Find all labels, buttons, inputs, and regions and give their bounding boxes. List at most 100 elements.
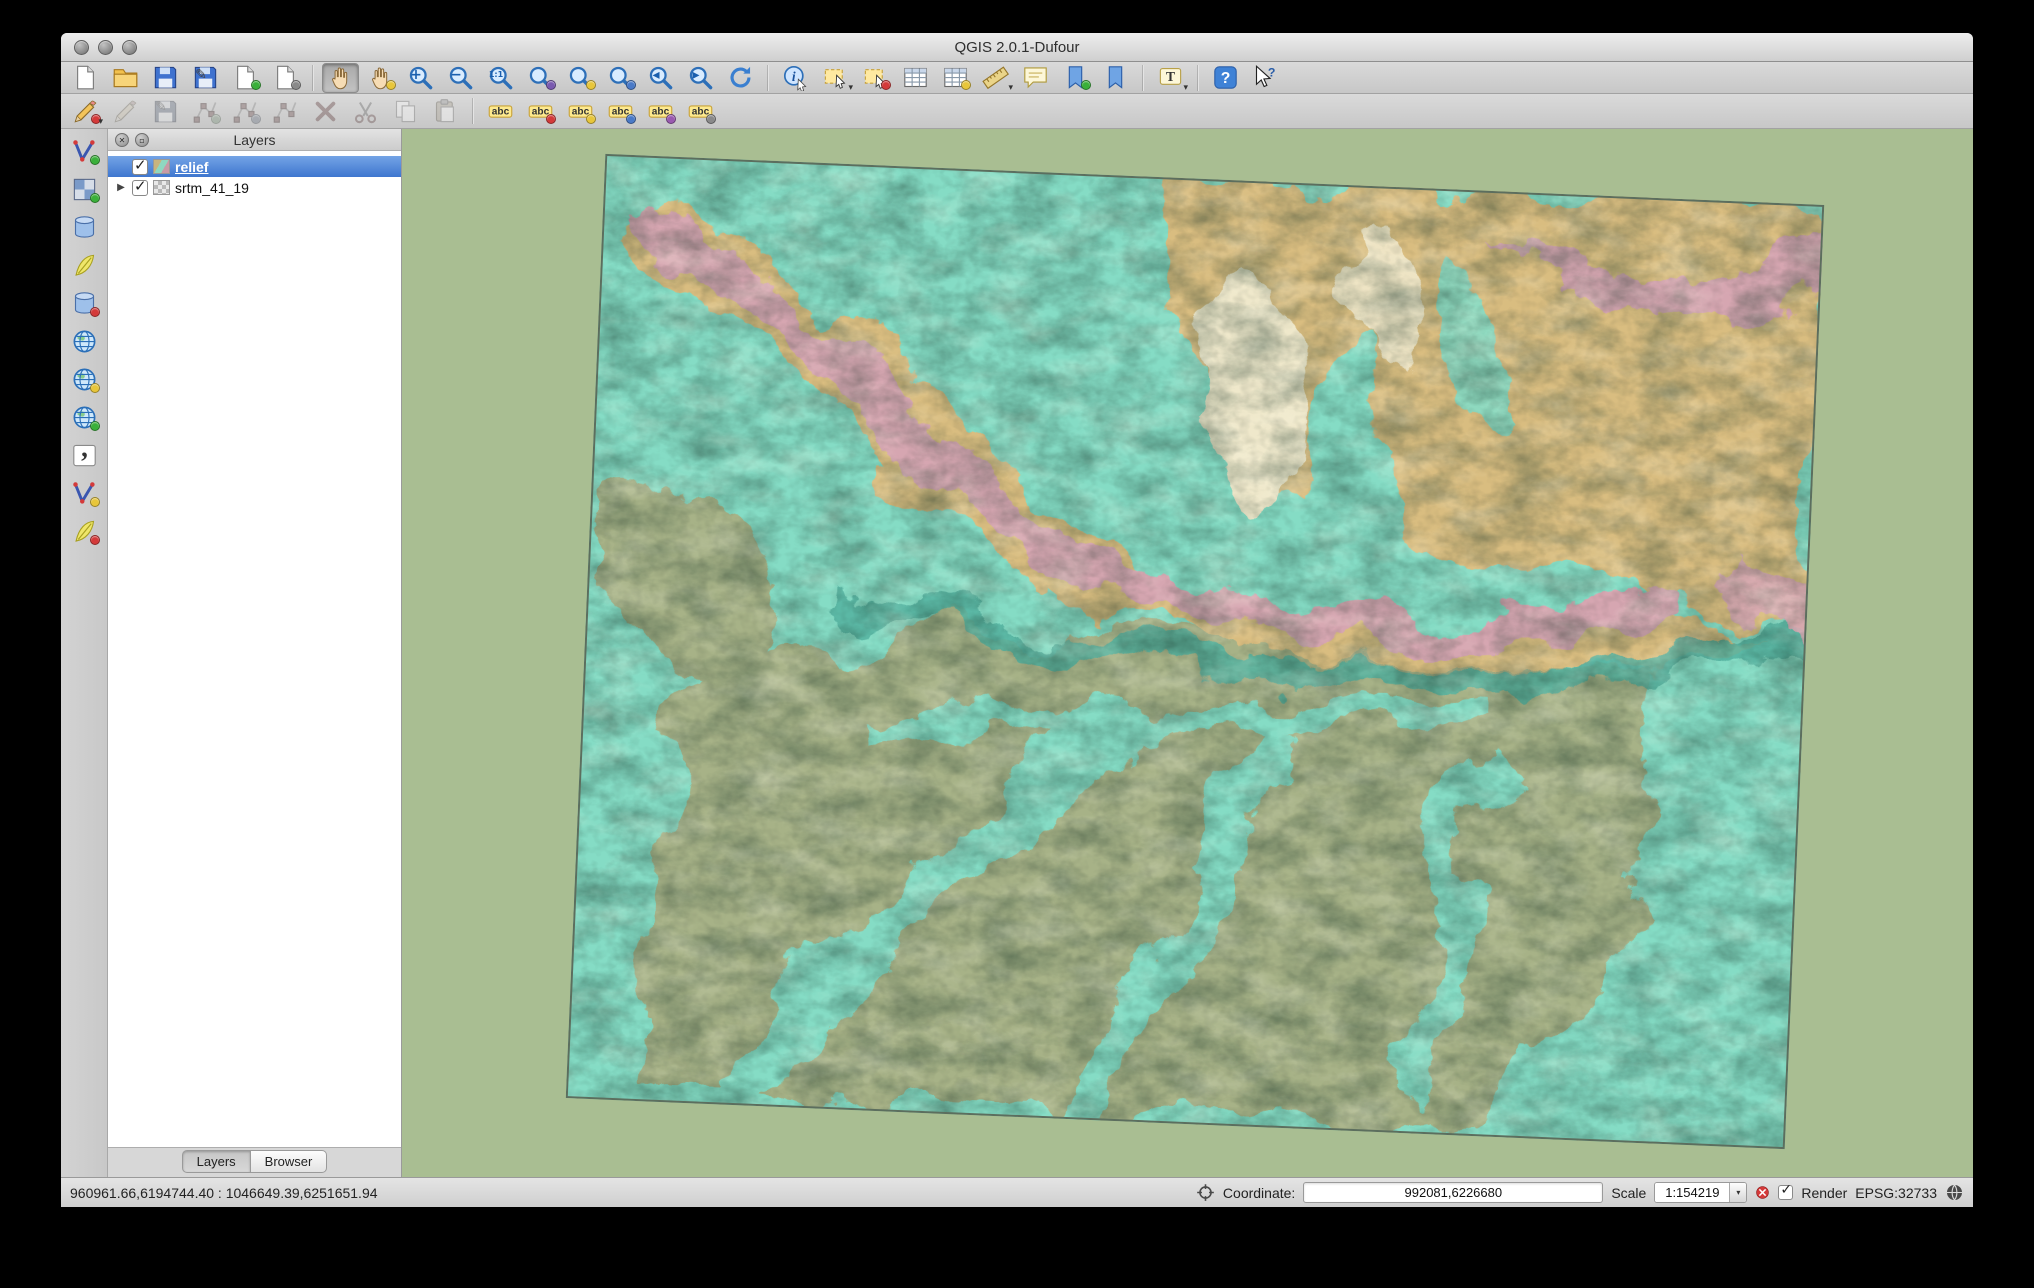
window-title: QGIS 2.0.1-Dufour — [954, 39, 1079, 56]
add-wfs-layer-button[interactable] — [65, 400, 103, 434]
relief-raster-image — [566, 154, 1825, 1149]
zoom-to-layer-button[interactable] — [602, 63, 639, 93]
new-spatialite-layer-button[interactable] — [65, 514, 103, 548]
add-wms-layer-button[interactable] — [65, 324, 103, 358]
zoom-to-selection-button[interactable] — [562, 63, 599, 93]
badge-dot-icon — [881, 80, 891, 90]
manage-layers-toolbar — [61, 129, 108, 1177]
layer-row[interactable]: srtm_41_19 — [108, 177, 401, 198]
render-label: Render — [1801, 1185, 1847, 1201]
rotate-label-button[interactable] — [642, 95, 679, 127]
map-tips-button[interactable] — [1017, 63, 1054, 93]
labeling-button[interactable] — [482, 95, 519, 127]
refresh-button[interactable] — [722, 63, 759, 93]
open-project-button[interactable] — [107, 63, 144, 93]
zoom-window-button[interactable] — [122, 40, 137, 55]
minimize-window-button[interactable] — [98, 40, 113, 55]
move-label-button[interactable] — [602, 95, 639, 127]
field-calculator-button[interactable] — [937, 63, 974, 93]
add-mssql-layer-button[interactable] — [65, 286, 103, 320]
add-feature-button — [187, 95, 224, 127]
open-attribute-table-button[interactable] — [897, 63, 934, 93]
window-titlebar[interactable]: QGIS 2.0.1-Dufour — [61, 33, 1973, 62]
scale-combo-arrow-icon[interactable] — [1729, 1183, 1746, 1202]
composer-manager-button[interactable] — [267, 63, 304, 93]
scale-input[interactable] — [1655, 1183, 1729, 1202]
coordinate-input[interactable] — [1303, 1182, 1603, 1203]
add-wcs-layer-button[interactable] — [65, 362, 103, 396]
add-postgis-layer-button[interactable] — [65, 210, 103, 244]
scale-combo[interactable] — [1654, 1182, 1747, 1203]
pan-to-selection-button[interactable] — [362, 63, 399, 93]
badge-dot-icon — [251, 114, 261, 124]
help-button[interactable] — [1207, 63, 1244, 93]
new-shapefile-layer-button[interactable] — [65, 476, 103, 510]
close-window-button[interactable] — [74, 40, 89, 55]
whats-this-button[interactable] — [1247, 63, 1284, 93]
expand-arrow-icon[interactable] — [115, 182, 127, 193]
badge-dot-icon — [546, 114, 556, 124]
crs-label: EPSG:32733 — [1855, 1185, 1937, 1201]
mouse-position-icon[interactable] — [1196, 1183, 1215, 1202]
add-vector-layer-button[interactable] — [65, 134, 103, 168]
highlight-labels-button[interactable] — [562, 95, 599, 127]
deselect-features-button[interactable] — [857, 63, 894, 93]
badge-dot-icon — [586, 114, 596, 124]
zoom-native-button[interactable]: 1:1 — [482, 63, 519, 93]
layers-panel-header: Layers — [108, 129, 401, 151]
badge-dot-icon — [90, 155, 100, 165]
layer-visibility-checkbox[interactable] — [132, 180, 148, 196]
badge-dot-icon — [626, 80, 636, 90]
zoom-last-button[interactable]: ◂ — [642, 63, 679, 93]
crs-status-button[interactable] — [1945, 1183, 1964, 1202]
badge-dot-icon — [706, 114, 716, 124]
pan-map-button[interactable] — [322, 63, 359, 93]
status-bar: 960961.66,6194744.40 : 1046649.39,625165… — [61, 1177, 1973, 1207]
badge-dot-icon — [90, 497, 100, 507]
zoom-in-button[interactable]: + — [402, 63, 439, 93]
current-edits-button[interactable] — [67, 95, 104, 127]
add-delimited-text-button[interactable] — [65, 438, 103, 472]
window-controls — [74, 40, 137, 55]
add-spatialite-layer-button[interactable] — [65, 248, 103, 282]
layer-row[interactable]: relief — [108, 156, 401, 177]
new-bookmark-button[interactable] — [1057, 63, 1094, 93]
panel-close-button[interactable] — [115, 133, 129, 147]
browser-tab[interactable]: Browser — [251, 1150, 328, 1173]
select-features-button[interactable] — [817, 63, 854, 93]
badge-dot-icon — [961, 80, 971, 90]
dock-tab-bar: LayersBrowser — [108, 1147, 401, 1177]
new-composer-button[interactable] — [227, 63, 264, 93]
main-toolbar: ✎ — [61, 62, 1973, 94]
badge-dot-icon — [90, 307, 100, 317]
badge-dot-icon — [90, 421, 100, 431]
save-project-as-button[interactable]: ✎ — [187, 63, 224, 93]
add-raster-layer-button[interactable] — [65, 172, 103, 206]
identify-button[interactable] — [777, 63, 814, 93]
stop-render-icon[interactable] — [1755, 1185, 1770, 1200]
digitizing-labeling-toolbar: ✎ — [61, 94, 1973, 129]
panel-float-button[interactable] — [135, 133, 149, 147]
layer-visibility-checkbox[interactable] — [132, 159, 148, 175]
scale-label: Scale — [1611, 1185, 1646, 1201]
new-project-button[interactable] — [67, 63, 104, 93]
badge-dot-icon — [90, 193, 100, 203]
layers-tab[interactable]: Layers — [182, 1150, 251, 1173]
pin-labels-button[interactable] — [522, 95, 559, 127]
save-project-button[interactable] — [147, 63, 184, 93]
render-checkbox[interactable] — [1778, 1185, 1793, 1200]
layer-thumbnail-icon — [153, 159, 170, 174]
measure-button[interactable] — [977, 63, 1014, 93]
text-annotation-button[interactable] — [1152, 63, 1189, 93]
coordinate-label: Coordinate: — [1223, 1185, 1295, 1201]
zoom-full-button[interactable] — [522, 63, 559, 93]
toolbar-separator — [767, 65, 769, 91]
dropdown-arrow-icon — [98, 118, 103, 127]
map-canvas[interactable] — [402, 129, 1973, 1177]
zoom-out-button[interactable]: − — [442, 63, 479, 93]
dropdown-arrow-icon — [1008, 84, 1013, 93]
change-label-button[interactable] — [682, 95, 719, 127]
show-bookmarks-button[interactable] — [1097, 63, 1134, 93]
toolbar-separator — [472, 98, 474, 124]
zoom-next-button[interactable]: ▸ — [682, 63, 719, 93]
